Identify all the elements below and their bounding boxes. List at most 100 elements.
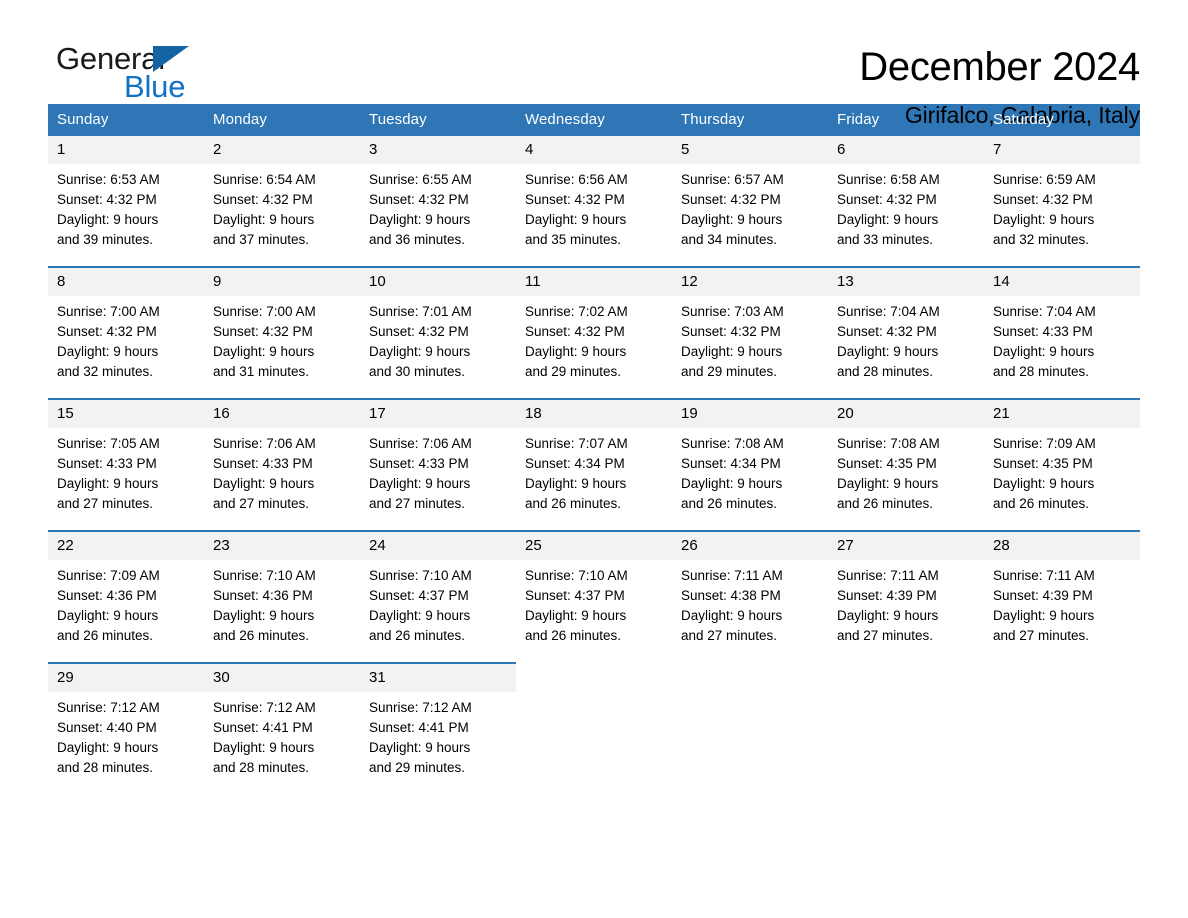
weekday-header-tuesday: Tuesday	[360, 104, 516, 136]
day-cell[interactable]: Sunrise: 7:05 AM Sunset: 4:33 PM Dayligh…	[48, 428, 204, 531]
day-cell[interactable]: Sunrise: 6:58 AM Sunset: 4:32 PM Dayligh…	[828, 164, 984, 267]
day-cell[interactable]: Sunrise: 7:12 AM Sunset: 4:41 PM Dayligh…	[360, 692, 516, 794]
day-cell[interactable]: Sunrise: 7:09 AM Sunset: 4:35 PM Dayligh…	[984, 428, 1140, 531]
sunrise-text: Sunrise: 7:10 AM	[213, 568, 316, 583]
week-4-details: Sunrise: 7:09 AM Sunset: 4:36 PM Dayligh…	[48, 560, 1140, 663]
sunset-text: Sunset: 4:32 PM	[57, 324, 157, 339]
sunset-text: Sunset: 4:32 PM	[525, 192, 625, 207]
daylight-text-line1: Daylight: 9 hours	[993, 212, 1095, 227]
sunrise-text: Sunrise: 7:08 AM	[681, 436, 784, 451]
daylight-text-line1: Daylight: 9 hours	[993, 476, 1095, 491]
sunrise-text: Sunrise: 7:11 AM	[993, 568, 1095, 583]
sunset-text: Sunset: 4:35 PM	[837, 456, 937, 471]
day-cell[interactable]: Sunrise: 7:01 AM Sunset: 4:32 PM Dayligh…	[360, 296, 516, 399]
sunrise-text: Sunrise: 7:12 AM	[369, 700, 472, 715]
day-cell[interactable]: Sunrise: 7:11 AM Sunset: 4:39 PM Dayligh…	[984, 560, 1140, 663]
daylight-text-line2: and 27 minutes.	[57, 496, 154, 511]
day-cell[interactable]: Sunrise: 7:07 AM Sunset: 4:34 PM Dayligh…	[516, 428, 672, 531]
day-cell[interactable]: Sunrise: 7:09 AM Sunset: 4:36 PM Dayligh…	[48, 560, 204, 663]
day-cell[interactable]: Sunrise: 7:06 AM Sunset: 4:33 PM Dayligh…	[204, 428, 360, 531]
daylight-text-line2: and 39 minutes.	[57, 232, 154, 247]
day-number: 20	[828, 398, 984, 428]
day-cell[interactable]: Sunrise: 6:56 AM Sunset: 4:32 PM Dayligh…	[516, 164, 672, 267]
logo-text-blue: Blue	[124, 69, 186, 104]
day-number: 10	[360, 266, 516, 296]
sunrise-text: Sunrise: 6:59 AM	[993, 172, 1096, 187]
day-number: 25	[516, 530, 672, 560]
daylight-text-line1: Daylight: 9 hours	[213, 608, 315, 623]
day-number-empty	[984, 662, 1140, 692]
day-cell[interactable]: Sunrise: 7:00 AM Sunset: 4:32 PM Dayligh…	[48, 296, 204, 399]
daylight-text-line1: Daylight: 9 hours	[837, 212, 939, 227]
daylight-text-line2: and 26 minutes.	[369, 628, 466, 643]
day-cell[interactable]: Sunrise: 7:12 AM Sunset: 4:41 PM Dayligh…	[204, 692, 360, 794]
daylight-text-line1: Daylight: 9 hours	[681, 344, 783, 359]
day-cell[interactable]: Sunrise: 6:54 AM Sunset: 4:32 PM Dayligh…	[204, 164, 360, 267]
calendar-body: 1 2 3 4 5 6 7 Sunrise: 6:53 AM Sunset: 4…	[48, 136, 1140, 794]
sunrise-text: Sunrise: 7:07 AM	[525, 436, 628, 451]
day-cell-empty	[984, 692, 1140, 794]
sunset-text: Sunset: 4:37 PM	[525, 588, 625, 603]
day-number-empty	[672, 662, 828, 692]
day-cell[interactable]: Sunrise: 7:08 AM Sunset: 4:35 PM Dayligh…	[828, 428, 984, 531]
day-number: 16	[204, 398, 360, 428]
daylight-text-line1: Daylight: 9 hours	[681, 476, 783, 491]
day-cell[interactable]: Sunrise: 7:08 AM Sunset: 4:34 PM Dayligh…	[672, 428, 828, 531]
sunrise-text: Sunrise: 6:58 AM	[837, 172, 940, 187]
day-number: 15	[48, 398, 204, 428]
daylight-text-line2: and 27 minutes.	[993, 628, 1090, 643]
day-cell[interactable]: Sunrise: 7:11 AM Sunset: 4:38 PM Dayligh…	[672, 560, 828, 663]
day-number-empty	[516, 662, 672, 692]
day-number: 28	[984, 530, 1140, 560]
weekday-header-wednesday: Wednesday	[516, 104, 672, 136]
week-1-details: Sunrise: 6:53 AM Sunset: 4:32 PM Dayligh…	[48, 164, 1140, 267]
day-cell[interactable]: Sunrise: 7:12 AM Sunset: 4:40 PM Dayligh…	[48, 692, 204, 794]
daylight-text-line2: and 26 minutes.	[837, 496, 934, 511]
day-cell[interactable]: Sunrise: 6:53 AM Sunset: 4:32 PM Dayligh…	[48, 164, 204, 267]
day-number: 14	[984, 266, 1140, 296]
day-number: 27	[828, 530, 984, 560]
daylight-text-line2: and 29 minutes.	[369, 760, 466, 775]
page-header: General Blue December 2024 Girifalco, Ca…	[48, 0, 1140, 129]
day-number: 18	[516, 398, 672, 428]
day-number: 3	[360, 136, 516, 164]
sunset-text: Sunset: 4:34 PM	[681, 456, 781, 471]
sunrise-text: Sunrise: 7:06 AM	[213, 436, 316, 451]
day-number: 21	[984, 398, 1140, 428]
day-cell[interactable]: Sunrise: 7:10 AM Sunset: 4:36 PM Dayligh…	[204, 560, 360, 663]
sunrise-text: Sunrise: 7:12 AM	[213, 700, 316, 715]
weekday-header-monday: Monday	[204, 104, 360, 136]
day-cell[interactable]: Sunrise: 7:06 AM Sunset: 4:33 PM Dayligh…	[360, 428, 516, 531]
daylight-text-line1: Daylight: 9 hours	[369, 212, 471, 227]
daylight-text-line2: and 27 minutes.	[213, 496, 310, 511]
day-cell[interactable]: Sunrise: 7:04 AM Sunset: 4:33 PM Dayligh…	[984, 296, 1140, 399]
daylight-text-line2: and 35 minutes.	[525, 232, 622, 247]
sunrise-text: Sunrise: 7:12 AM	[57, 700, 160, 715]
day-cell[interactable]: Sunrise: 7:02 AM Sunset: 4:32 PM Dayligh…	[516, 296, 672, 399]
day-cell[interactable]: Sunrise: 7:11 AM Sunset: 4:39 PM Dayligh…	[828, 560, 984, 663]
day-cell[interactable]: Sunrise: 7:10 AM Sunset: 4:37 PM Dayligh…	[516, 560, 672, 663]
day-cell[interactable]: Sunrise: 7:10 AM Sunset: 4:37 PM Dayligh…	[360, 560, 516, 663]
sunset-text: Sunset: 4:33 PM	[213, 456, 313, 471]
generalblue-logo[interactable]: General Blue	[48, 42, 198, 104]
sunset-text: Sunset: 4:36 PM	[213, 588, 313, 603]
day-number: 24	[360, 530, 516, 560]
day-cell[interactable]: Sunrise: 6:59 AM Sunset: 4:32 PM Dayligh…	[984, 164, 1140, 267]
day-number: 9	[204, 266, 360, 296]
sunset-text: Sunset: 4:33 PM	[57, 456, 157, 471]
sunset-text: Sunset: 4:32 PM	[681, 324, 781, 339]
daylight-text-line2: and 36 minutes.	[369, 232, 466, 247]
day-cell[interactable]: Sunrise: 6:57 AM Sunset: 4:32 PM Dayligh…	[672, 164, 828, 267]
day-cell[interactable]: Sunrise: 6:55 AM Sunset: 4:32 PM Dayligh…	[360, 164, 516, 267]
day-number-empty	[828, 662, 984, 692]
daylight-text-line1: Daylight: 9 hours	[681, 608, 783, 623]
day-cell[interactable]: Sunrise: 7:03 AM Sunset: 4:32 PM Dayligh…	[672, 296, 828, 399]
daylight-text-line1: Daylight: 9 hours	[57, 476, 159, 491]
day-number: 13	[828, 266, 984, 296]
daylight-text-line2: and 29 minutes.	[681, 364, 778, 379]
day-number: 30	[204, 662, 360, 692]
day-cell[interactable]: Sunrise: 7:04 AM Sunset: 4:32 PM Dayligh…	[828, 296, 984, 399]
day-cell[interactable]: Sunrise: 7:00 AM Sunset: 4:32 PM Dayligh…	[204, 296, 360, 399]
weekday-header-sunday: Sunday	[48, 104, 204, 136]
daylight-text-line1: Daylight: 9 hours	[57, 608, 159, 623]
